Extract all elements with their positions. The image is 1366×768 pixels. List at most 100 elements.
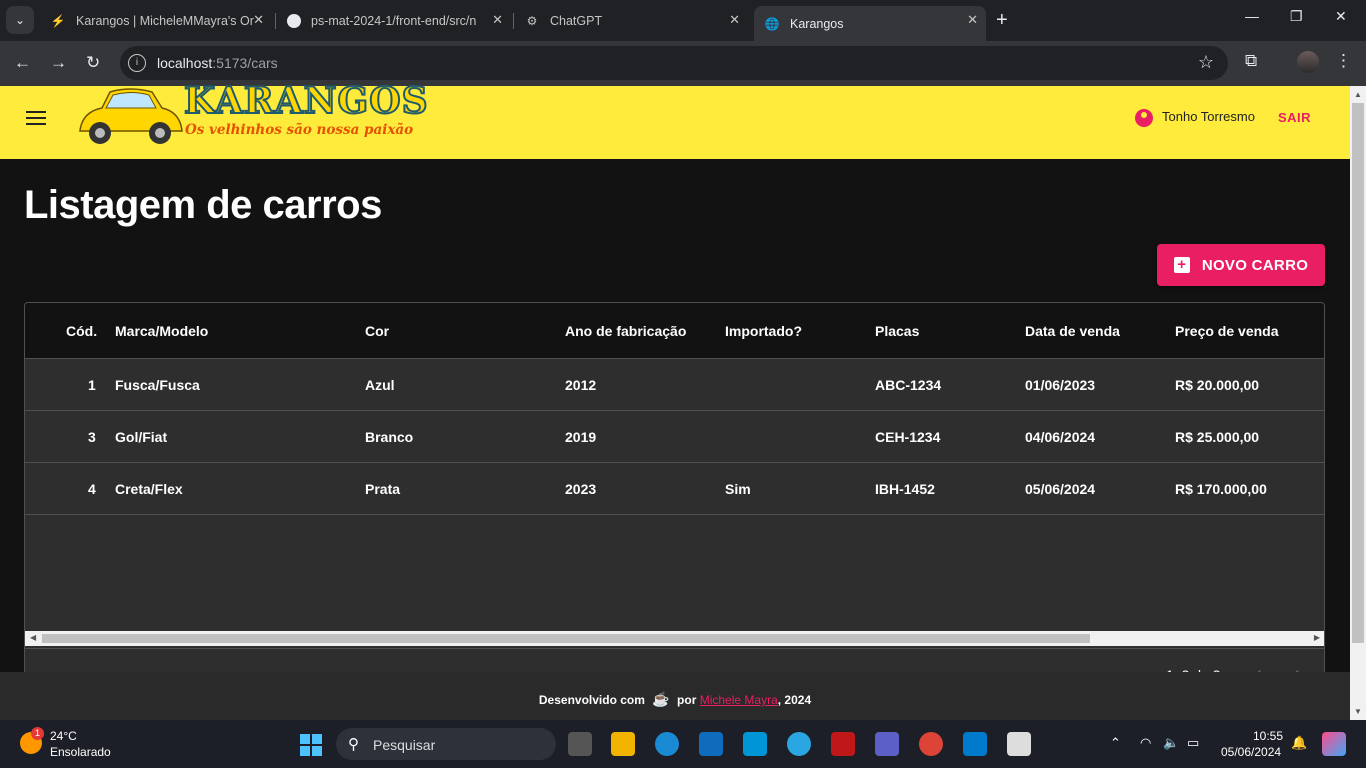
copilot-icon[interactable]	[1322, 732, 1346, 756]
column-header-plates[interactable]: Placas	[875, 323, 919, 339]
clock-date[interactable]: 05/06/2024	[1221, 745, 1281, 759]
edge-icon[interactable]	[655, 732, 679, 756]
chevron-up-icon[interactable]: ⌃	[1110, 735, 1121, 751]
cell-year: 2019	[565, 429, 597, 445]
table-header: Cód. Marca/Modelo Cor Ano de fabricação …	[25, 303, 1324, 359]
browser-tab-strip: ⌄ ⚡ Karangos | MicheleMMayra's Or ✕ ps-m…	[0, 0, 1366, 41]
table-row[interactable]: 3 Gol/Fiat Branco 2019 CEH-1234 04/06/20…	[25, 411, 1324, 463]
cell-year: 2023	[565, 481, 597, 497]
address-bar[interactable]: i localhost:5173/cars ☆	[120, 46, 1228, 80]
new-car-button[interactable]: + NOVO CARRO	[1157, 244, 1325, 286]
cell-code: 4	[88, 481, 96, 497]
scrollbar-thumb[interactable]	[1352, 103, 1364, 643]
teams-icon[interactable]	[875, 732, 899, 756]
tab-title: Karangos | MicheleMMayra's Or	[76, 13, 254, 28]
logo-subtitle: Os velhinhos são nossa paixão	[185, 122, 414, 138]
close-window-icon[interactable]: ✕	[1335, 8, 1347, 25]
cell-color: Branco	[365, 429, 414, 445]
close-tab-icon[interactable]: ✕	[729, 12, 740, 28]
column-header-year[interactable]: Ano de fabricação	[565, 323, 686, 339]
column-header-sale-price[interactable]: Preço de venda	[1175, 323, 1279, 339]
wifi-icon[interactable]: ◠	[1140, 735, 1151, 751]
footer-text: Desenvolvido com ☕ por Michele Mayra, 20…	[538, 691, 812, 707]
tab-karangos-active[interactable]: 🌐 Karangos ✕	[754, 6, 986, 41]
store-icon[interactable]	[699, 732, 723, 756]
scrollbar-thumb[interactable]	[42, 634, 1090, 643]
scroll-right-arrow-icon[interactable]: ▶	[1314, 633, 1320, 642]
new-tab-button[interactable]: +	[996, 9, 1008, 32]
profile-avatar[interactable]	[1297, 51, 1319, 73]
column-header-color[interactable]: Cor	[365, 323, 389, 339]
tab-karangos-github[interactable]: ⚡ Karangos | MicheleMMayra's Or ✕	[40, 6, 272, 35]
vscode-icon[interactable]	[963, 732, 987, 756]
extensions-icon[interactable]: ⧉	[1245, 51, 1257, 71]
vertical-scrollbar[interactable]: ▲ ▼	[1350, 86, 1366, 720]
windows-start-icon[interactable]	[300, 734, 322, 756]
mcafee-icon[interactable]	[831, 732, 855, 756]
tab-chatgpt[interactable]: ⚙ ChatGPT ✕	[514, 6, 748, 35]
tab-title: ChatGPT	[550, 13, 603, 28]
cars-data-grid: Cód. Marca/Modelo Cor Ano de fabricação …	[24, 302, 1325, 702]
hamburger-menu-icon[interactable]	[26, 111, 46, 125]
column-header-sale-date[interactable]: Data de venda	[1025, 323, 1120, 339]
column-header-code[interactable]: Cód.	[66, 323, 97, 339]
volume-icon[interactable]: 🔈	[1163, 735, 1179, 751]
tab-github-repo[interactable]: ps-mat-2024-1/front-end/src/n ✕	[277, 6, 511, 35]
clock-time[interactable]: 10:55	[1253, 729, 1283, 743]
cell-brand-model: Gol/Fiat	[115, 429, 168, 445]
chrome-icon[interactable]	[919, 732, 943, 756]
globe-icon: 🌐	[764, 16, 780, 31]
car-logo	[79, 88, 183, 144]
cell-plates: ABC-1234	[875, 377, 942, 393]
scroll-up-arrow-icon[interactable]: ▲	[1354, 90, 1362, 99]
table-row[interactable]: 1 Fusca/Fusca Azul 2012 ABC-1234 01/06/2…	[25, 359, 1324, 411]
cell-sale-date: 05/06/2024	[1025, 481, 1096, 497]
cell-plates: IBH-1452	[875, 481, 935, 497]
snipping-tool-icon[interactable]	[1007, 732, 1031, 756]
bell-icon[interactable]: 🔔	[1291, 735, 1307, 751]
close-tab-icon[interactable]: ✕	[492, 12, 503, 28]
cell-sale-price: R$ 170.000,00	[1175, 481, 1267, 497]
bookmark-star-icon[interactable]: ☆	[1198, 52, 1214, 73]
notification-badge: 1	[31, 727, 44, 740]
table-row[interactable]: 4 Creta/Flex Prata 2023 Sim IBH-1452 05/…	[25, 463, 1324, 515]
menu-kebab-icon[interactable]: ⋮	[1335, 51, 1352, 71]
windows-taskbar: 1 24°C Ensolarado ⚲ Pesquisar ⌃ ◠ 🔈 ▭ 10…	[0, 720, 1366, 768]
search-label: Pesquisar	[373, 737, 436, 753]
cell-plates: CEH-1234	[875, 429, 941, 445]
cell-brand-model: Fusca/Fusca	[115, 377, 200, 393]
task-view-icon[interactable]	[568, 732, 592, 756]
horizontal-scrollbar[interactable]: ◀ ▶	[25, 631, 1324, 646]
taskbar-search[interactable]: ⚲ Pesquisar	[336, 728, 556, 760]
close-tab-icon[interactable]: ✕	[253, 12, 264, 28]
author-link[interactable]: Michele Mayra	[700, 693, 778, 707]
weather-description[interactable]: Ensolarado	[50, 745, 111, 759]
tab-search-button[interactable]: ⌄	[6, 6, 34, 34]
cell-sale-date: 04/06/2024	[1025, 429, 1096, 445]
myhp-icon[interactable]	[743, 732, 767, 756]
chevron-down-icon: ⌄	[14, 13, 26, 27]
back-icon[interactable]: ←	[14, 53, 31, 73]
cell-color: Prata	[365, 481, 401, 497]
cell-year: 2012	[565, 377, 597, 393]
forward-icon[interactable]: →	[50, 53, 67, 73]
weather-temperature[interactable]: 24°C	[50, 729, 77, 743]
scroll-left-arrow-icon[interactable]: ◀	[30, 633, 36, 642]
scroll-down-arrow-icon[interactable]: ▼	[1354, 707, 1362, 716]
github-icon	[287, 13, 301, 28]
help-icon[interactable]	[787, 732, 811, 756]
logout-button[interactable]: SAIR	[1278, 110, 1311, 125]
minimize-icon[interactable]: —	[1245, 8, 1259, 24]
site-info-icon[interactable]: i	[128, 54, 146, 72]
user-name: Tonho Torresmo	[1162, 109, 1255, 124]
reload-icon[interactable]: ↻	[86, 53, 100, 73]
file-explorer-icon[interactable]	[611, 732, 635, 756]
restore-icon[interactable]: ❐	[1290, 8, 1303, 25]
column-header-brand-model[interactable]: Marca/Modelo	[115, 323, 208, 339]
column-header-imported[interactable]: Importado?	[725, 323, 802, 339]
cell-imported: Sim	[725, 481, 751, 497]
battery-icon[interactable]: ▭	[1187, 735, 1199, 751]
cell-brand-model: Creta/Flex	[115, 481, 183, 497]
close-tab-icon[interactable]: ✕	[967, 12, 978, 28]
logo-title: KARANGOS	[183, 79, 429, 123]
